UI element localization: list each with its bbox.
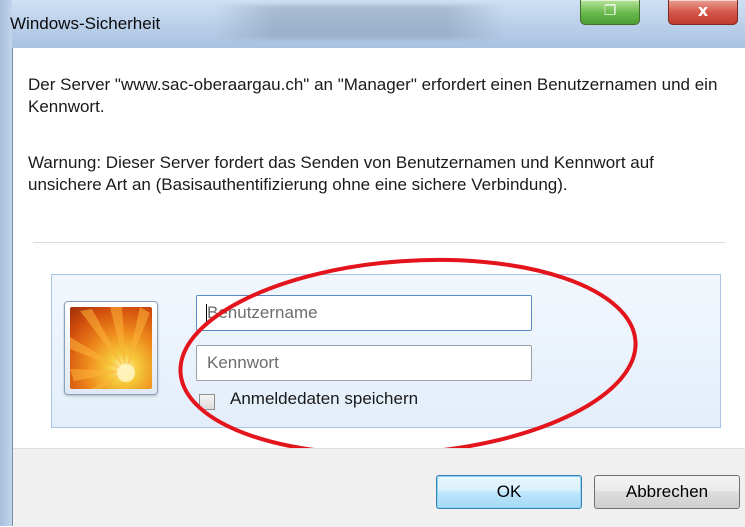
cancel-button[interactable]: Abbrechen [594,475,740,509]
close-icon: x [697,1,709,20]
ok-button[interactable]: OK [436,475,582,509]
warning-message: Warnung: Dieser Server fordert das Sende… [28,153,654,194]
flower-picture-icon [70,307,152,389]
dialog-footer: OK Abbrechen [13,448,745,527]
close-button[interactable]: x [668,0,738,25]
dialog-content: Der Server "www.sac-oberaargau.ch" an "M… [12,48,745,527]
window-left-border [0,0,12,526]
blurred-background-text [215,5,505,39]
separator [33,242,725,243]
restore-button[interactable]: ❐ [580,0,640,25]
restore-icon: ❐ [603,3,617,19]
red-annotation-ellipse [178,257,638,457]
window-title: Windows-Sicherheit [10,14,161,33]
user-avatar [64,301,158,395]
server-message: Der Server "www.sac-oberaargau.ch" an "M… [28,75,718,116]
